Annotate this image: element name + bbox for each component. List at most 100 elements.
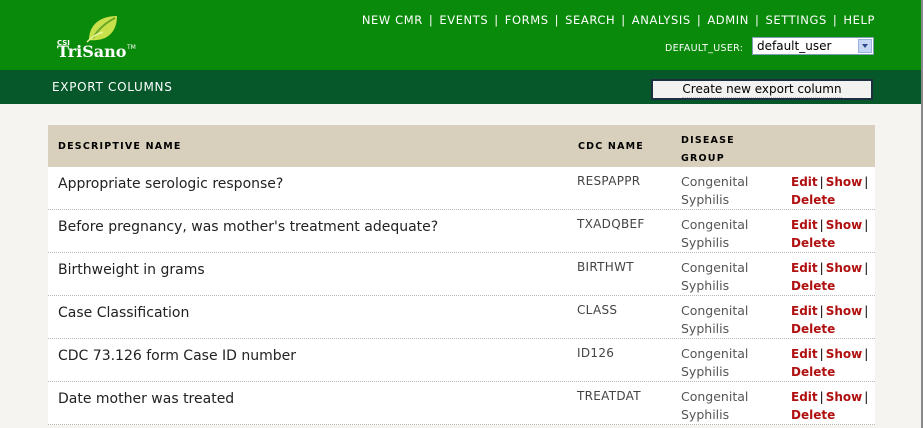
trisano-logo[interactable]: CSI TriSano TM: [55, 14, 165, 62]
descriptive-name-cell: Appropriate serologic response?: [58, 176, 284, 192]
show-link[interactable]: Show: [826, 347, 863, 361]
disease-group-line1: Congenital: [681, 389, 749, 404]
table-row: Birthweight in grams BIRTHWT Congenital S…: [48, 253, 875, 296]
cdc-name-cell: BIRTHWT: [577, 260, 634, 274]
action-separator: |: [864, 175, 869, 189]
action-separator: |: [819, 390, 824, 404]
user-select-value: default_user: [757, 39, 832, 53]
logo-trademark: TM: [127, 44, 136, 51]
disease-group-line2: Syphilis: [681, 364, 730, 379]
row-actions: Edit | Show | Delete: [791, 345, 875, 381]
delete-link[interactable]: Delete: [791, 322, 835, 336]
disease-group-line1: Congenital: [681, 346, 749, 361]
header-disease-group-line2: GROUP: [681, 153, 725, 164]
action-separator: |: [819, 218, 824, 232]
table-row: Appropriate serologic response? RESPAPPR…: [48, 167, 875, 210]
create-button-label: Create new export column: [682, 82, 842, 98]
cdc-name-cell: CLASS: [577, 303, 618, 317]
app-header: CSI TriSano TM NEW CMR | EVENTS | FORMS …: [0, 0, 923, 70]
delete-link[interactable]: Delete: [791, 408, 835, 422]
action-separator: |: [819, 175, 824, 189]
disease-group-line1: Congenital: [681, 217, 749, 232]
header-disease-group-line1: DISEASE: [681, 135, 735, 146]
nav-help[interactable]: HELP: [843, 13, 875, 27]
nav-settings[interactable]: SETTINGS: [765, 13, 826, 27]
header-cdc-name: CDC NAME: [578, 141, 644, 152]
descriptive-name-cell: Before pregnancy, was mother's treatment…: [58, 219, 439, 235]
nav-admin[interactable]: ADMIN: [707, 13, 749, 27]
disease-group-line2: Syphilis: [681, 321, 730, 336]
leaf-icon: [86, 16, 117, 43]
disease-group-line2: Syphilis: [681, 192, 730, 207]
edit-link[interactable]: Edit: [791, 175, 818, 189]
disease-group-line1: Congenital: [681, 260, 749, 275]
table-row: Case Classification CLASS Congenital Syph…: [48, 296, 875, 339]
show-link[interactable]: Show: [826, 304, 863, 318]
nav-forms[interactable]: FORMS: [505, 13, 549, 27]
nav-separator: |: [621, 13, 626, 27]
nav-separator: |: [494, 13, 499, 27]
disease-group-cell: Congenital Syphilis: [681, 173, 771, 209]
disease-group-cell: Congenital Syphilis: [681, 345, 771, 381]
delete-link[interactable]: Delete: [791, 279, 835, 293]
nav-separator: |: [428, 13, 434, 27]
table-header: DESCRIPTIVE NAME CDC NAME DISEASE GROUP: [48, 125, 875, 167]
descriptive-name-cell: Birthweight in grams: [58, 262, 205, 278]
action-separator: |: [864, 347, 869, 361]
show-link[interactable]: Show: [826, 390, 863, 404]
action-separator: |: [864, 390, 869, 404]
show-link[interactable]: Show: [826, 261, 863, 275]
default-user-select[interactable]: default_user: [752, 37, 874, 55]
nav-analysis[interactable]: ANALYSIS: [632, 13, 691, 27]
nav-separator: |: [832, 13, 838, 27]
row-actions: Edit | Show | Delete: [791, 302, 875, 338]
delete-link[interactable]: Delete: [791, 365, 835, 379]
user-select-label: DEFAULT_USER:: [665, 43, 744, 54]
disease-group-line2: Syphilis: [681, 278, 730, 293]
table-row: Before pregnancy, was mother's treatment…: [48, 210, 875, 253]
nav-events[interactable]: EVENTS: [439, 13, 488, 27]
descriptive-name-cell: Date mother was treated: [58, 391, 235, 407]
delete-link[interactable]: Delete: [791, 193, 835, 207]
cdc-name-cell: TXADQBEF: [577, 217, 645, 231]
edit-link[interactable]: Edit: [791, 304, 818, 318]
action-separator: |: [819, 261, 824, 275]
nav-separator: |: [754, 13, 760, 27]
action-separator: |: [864, 304, 869, 318]
chevron-down-icon[interactable]: [858, 39, 872, 53]
action-separator: |: [819, 347, 824, 361]
row-actions: Edit | Show | Delete: [791, 388, 875, 424]
disease-group-cell: Congenital Syphilis: [681, 302, 771, 338]
action-separator: |: [864, 218, 869, 232]
descriptive-name-cell: CDC 73.126 form Case ID number: [58, 348, 297, 364]
edit-link[interactable]: Edit: [791, 347, 818, 361]
top-navigation: NEW CMR | EVENTS | FORMS | SEARCH | ANAL…: [362, 13, 875, 27]
export-columns-table: DESCRIPTIVE NAME CDC NAME DISEASE GROUP A…: [48, 125, 875, 425]
nav-separator: |: [554, 13, 560, 27]
edit-link[interactable]: Edit: [791, 218, 818, 232]
show-link[interactable]: Show: [826, 218, 863, 232]
row-actions: Edit | Show | Delete: [791, 216, 875, 252]
disease-group-line1: Congenital: [681, 174, 749, 189]
descriptive-name-cell: Case Classification: [58, 305, 190, 321]
header-disease-group: DISEASE GROUP: [681, 132, 751, 168]
delete-link[interactable]: Delete: [791, 236, 835, 250]
cdc-name-cell: TREATDAT: [577, 389, 641, 403]
nav-search[interactable]: SEARCH: [565, 13, 615, 27]
page-title: EXPORT COLUMNS: [52, 80, 173, 94]
disease-group-cell: Congenital Syphilis: [681, 259, 771, 295]
show-link[interactable]: Show: [826, 175, 863, 189]
row-actions: Edit | Show | Delete: [791, 173, 875, 209]
table-row: Date mother was treated TREATDAT Congeni…: [48, 382, 875, 425]
create-export-column-button[interactable]: Create new export column: [651, 79, 873, 100]
disease-group-line2: Syphilis: [681, 235, 730, 250]
disease-group-line2: Syphilis: [681, 407, 730, 422]
row-actions: Edit | Show | Delete: [791, 259, 875, 295]
edit-link[interactable]: Edit: [791, 390, 818, 404]
disease-group-cell: Congenital Syphilis: [681, 388, 771, 424]
disease-group-line1: Congenital: [681, 303, 749, 318]
nav-new-cmr[interactable]: NEW CMR: [362, 13, 423, 27]
edit-link[interactable]: Edit: [791, 261, 818, 275]
action-separator: |: [819, 304, 824, 318]
disease-group-cell: Congenital Syphilis: [681, 216, 771, 252]
